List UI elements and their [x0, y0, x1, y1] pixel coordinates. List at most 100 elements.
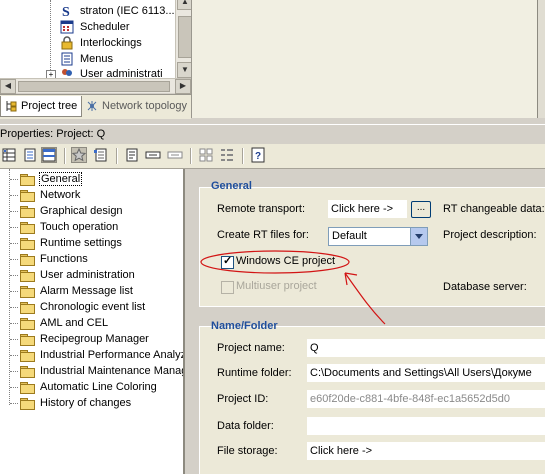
properties-page-icon[interactable]: [22, 147, 38, 163]
folder-icon: [20, 285, 35, 298]
scroll-right-icon[interactable]: ▶: [175, 79, 191, 94]
category-item[interactable]: Graphical design: [20, 203, 124, 219]
horizontal-scrollbar[interactable]: ◀ ▶: [0, 78, 191, 94]
users-icon: [60, 67, 74, 78]
name-folder-group-title: Name/Folder: [211, 320, 278, 332]
tree-item-label: User administrati: [80, 68, 163, 78]
tree-item-straton[interactable]: S straton (IEC 6113...: [60, 3, 175, 20]
category-label: Touch operation: [40, 221, 119, 233]
category-label: Chronologic event list: [40, 301, 146, 313]
favorites-star-icon[interactable]: [71, 147, 87, 163]
category-label: Recipegroup Manager: [40, 333, 149, 345]
file-storage-label: File storage:: [217, 445, 278, 457]
project-name-label: Project name:: [217, 342, 285, 354]
tree-item-menus[interactable]: Menus: [60, 51, 113, 67]
category-item[interactable]: Automatic Line Coloring: [20, 379, 158, 395]
category-label: Functions: [40, 253, 88, 265]
help-icon[interactable]: ?: [250, 147, 266, 163]
tree-item-interlockings[interactable]: Interlockings: [60, 35, 142, 51]
file-storage-field[interactable]: Click here ->: [307, 442, 545, 460]
annotation-arrow: [344, 272, 386, 325]
scroll-left-icon[interactable]: ◀: [0, 79, 16, 94]
category-item[interactable]: Functions: [20, 251, 89, 267]
folder-icon: [20, 301, 35, 314]
project-id-label: Project ID:: [217, 393, 269, 405]
layout-view-icon[interactable]: [41, 147, 57, 163]
category-label: Automatic Line Coloring: [40, 381, 157, 393]
project-id-field[interactable]: e60f20de-c881-4bfe-848f-ec1a5652d5d0: [307, 390, 545, 408]
tree-item-label: Interlockings: [80, 37, 142, 49]
expand-row-icon[interactable]: [145, 147, 161, 163]
category-label: Network: [40, 189, 81, 201]
tiles-view-icon[interactable]: [219, 147, 235, 163]
calendar-icon: [60, 20, 74, 34]
tree-tabs: Project tree Network topology: [0, 94, 191, 119]
folder-icon: [20, 189, 35, 202]
category-item[interactable]: General: [20, 171, 83, 187]
folder-icon: [20, 269, 35, 282]
properties-toolbar: ?: [0, 144, 545, 169]
category-item[interactable]: Network: [20, 187, 81, 203]
tree-item-user-admin[interactable]: User administrati: [60, 66, 163, 78]
folder-icon: [20, 173, 35, 186]
folder-icon: [20, 205, 35, 218]
tree-item-label: Scheduler: [80, 21, 130, 33]
category-label: User administration: [40, 269, 135, 281]
category-item[interactable]: Alarm Message list: [20, 283, 134, 299]
folder-icon: [20, 317, 35, 330]
category-item[interactable]: Chronologic event list: [20, 299, 146, 315]
category-label: Industrial Performance Analyz: [40, 349, 185, 361]
tab-label: Project tree: [21, 100, 78, 112]
category-item[interactable]: Industrial Maintenance Manag: [20, 363, 185, 379]
document-icon[interactable]: [124, 147, 140, 163]
data-folder-field[interactable]: [307, 417, 545, 435]
tab-network-topology[interactable]: Network topology: [82, 96, 191, 116]
folder-icon: [20, 253, 35, 266]
category-item[interactable]: User administration: [20, 267, 136, 283]
folder-icon: [20, 237, 35, 250]
tree-item-label: straton (IEC 6113...: [80, 5, 175, 17]
svg-text:?: ?: [255, 151, 261, 162]
category-item[interactable]: Runtime settings: [20, 235, 123, 251]
category-item[interactable]: Industrial Performance Analyz: [20, 347, 185, 363]
category-item[interactable]: Recipegroup Manager: [20, 331, 150, 347]
straton-icon: S: [60, 4, 74, 20]
category-label: Alarm Message list: [40, 285, 133, 297]
editor-area: [191, 0, 545, 118]
folder-icon: [20, 397, 35, 410]
category-label: AML and CEL: [40, 317, 109, 329]
category-label: History of changes: [40, 397, 132, 409]
properties-title: Properties: Project: Q: [0, 128, 106, 140]
runtime-folder-field[interactable]: C:\Documents and Settings\All Users\Доку…: [307, 364, 545, 382]
category-label: General: [39, 172, 83, 186]
folder-icon: [20, 381, 35, 394]
folder-icon: [20, 349, 35, 362]
category-item[interactable]: Touch operation: [20, 219, 119, 235]
folder-icon: [20, 365, 35, 378]
network-icon: [86, 100, 98, 112]
category-label: Industrial Maintenance Manag: [40, 365, 185, 377]
folder-icon: [20, 221, 35, 234]
project-name-field[interactable]: Q: [307, 339, 545, 357]
collapse-row-icon[interactable]: [167, 147, 183, 163]
category-item[interactable]: History of changes: [20, 395, 132, 411]
tree-item-label: Menus: [80, 53, 114, 65]
category-item[interactable]: AML and CEL: [20, 315, 109, 331]
scroll-thumb[interactable]: [18, 81, 170, 92]
sort-list-icon[interactable]: [93, 147, 109, 163]
tab-label: Network topology: [102, 100, 187, 112]
category-label: Runtime settings: [40, 237, 122, 249]
expand-plus-icon[interactable]: +: [46, 70, 56, 78]
project-tree-icon: [5, 100, 17, 112]
tab-project-tree[interactable]: Project tree: [0, 96, 83, 117]
annotation-ellipse: [200, 250, 350, 274]
grid-view-icon[interactable]: [1, 147, 17, 163]
vertical-scrollbar[interactable]: ▲ ▼: [175, 0, 193, 78]
scroll-thumb[interactable]: [178, 16, 192, 58]
folder-icon: [20, 333, 35, 346]
split-view-icon[interactable]: [198, 147, 214, 163]
svg-text:S: S: [62, 5, 70, 18]
data-folder-label: Data folder:: [217, 420, 274, 432]
category-label: Graphical design: [40, 205, 123, 217]
tree-item-scheduler[interactable]: Scheduler: [60, 19, 130, 35]
